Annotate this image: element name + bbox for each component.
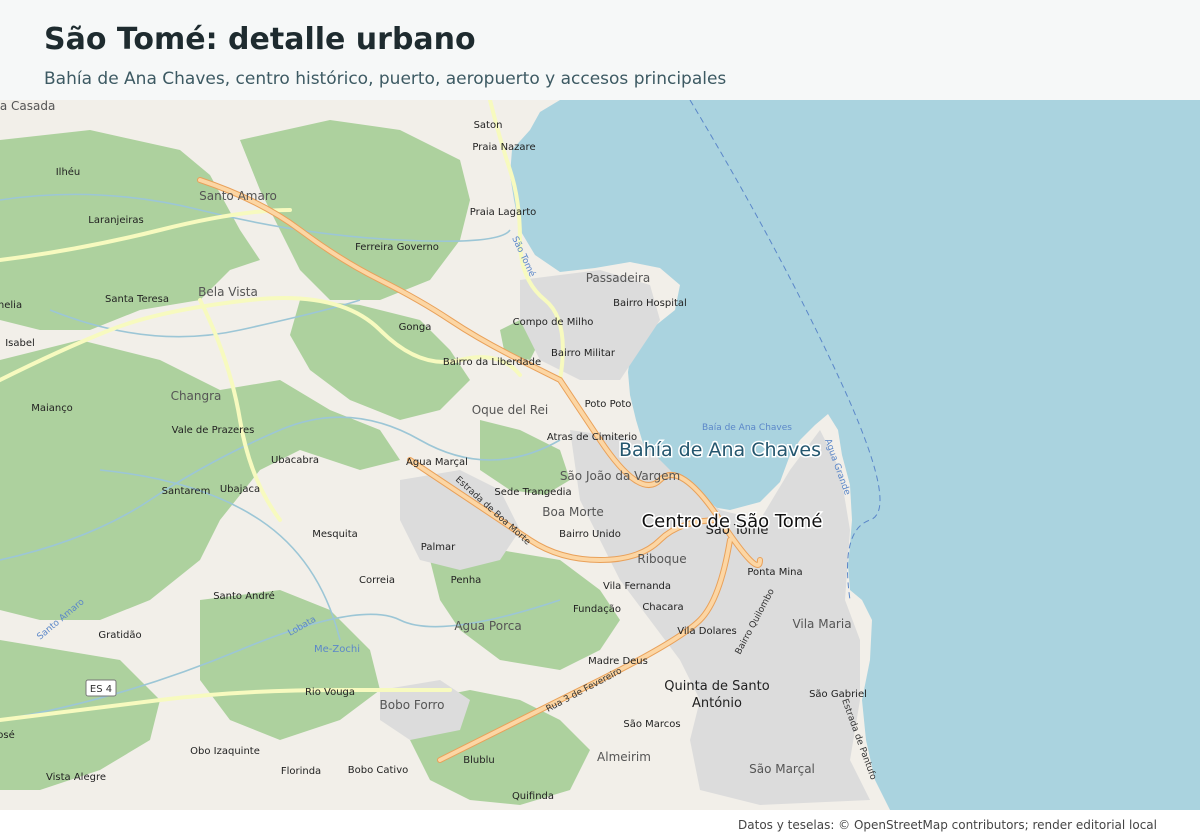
place-label: Changra [171, 389, 222, 403]
page-title: São Tomé: detalle urbano [44, 22, 476, 57]
place-label: Bairro Unido [559, 529, 621, 540]
place-label: Isabel [5, 338, 35, 349]
center-label: Centro de São Tomé [642, 511, 823, 532]
place-label: São Marçal [749, 762, 815, 776]
place-label: Ponta Mina [747, 567, 802, 578]
place-label: Ubajaca [220, 484, 260, 495]
place-label: Ubacabra [271, 455, 319, 466]
place-label: Riboque [637, 552, 686, 566]
place-label: Quifinda [512, 791, 554, 802]
place-label: Bela Vista [198, 285, 258, 299]
place-label: Vista Alegre [46, 772, 106, 783]
place-label: Saton [474, 120, 503, 131]
attribution-text: Datos y teselas: © OpenStreetMap contrib… [738, 818, 1157, 832]
map-viewport[interactable]: ES 4 Estrada de Boa Morte Rua 3 de Fever… [0, 100, 1200, 810]
place-label: Florinda [281, 766, 321, 777]
map-footer: Datos y teselas: © OpenStreetMap contrib… [0, 810, 1200, 840]
place-label: Vila Maria [792, 617, 851, 631]
water-label-baia: Baía de Ana Chaves [702, 423, 792, 433]
place-label: Ferreira Governo [355, 242, 439, 253]
place-label: Praia Lagarto [470, 207, 537, 218]
place-label: Compo de Milho [513, 317, 594, 328]
place-label: Santo Amaro [199, 189, 277, 203]
place-label: Vale de Prazeres [172, 425, 255, 436]
place-label: Praia Nazare [472, 142, 535, 153]
es4-road-shield: ES 4 [85, 679, 117, 697]
place-label: Vila Fernanda [603, 581, 671, 592]
place-label: Boa Morte [542, 505, 603, 519]
place-label: Mesquita [312, 529, 358, 540]
place-label: osé [0, 729, 15, 741]
place-label: Poto Poto [585, 399, 632, 410]
place-label: Palmar [421, 542, 456, 553]
place-label: São Gabriel [809, 689, 867, 700]
place-label: Correia [359, 575, 395, 586]
place-label: Sede Trangedia [494, 487, 571, 498]
page-subtitle: Bahía de Ana Chaves, centro histórico, p… [44, 69, 727, 89]
place-label: Santa Teresa [105, 294, 169, 305]
place-label: São João da Vargem [560, 469, 680, 483]
place-label: Bobo Cativo [348, 765, 408, 776]
place-label: Oque del Rei [472, 403, 549, 417]
place-label: Ilhéu [56, 166, 81, 178]
place-label: Chacara [642, 602, 683, 613]
place-label: Madre Deus [588, 656, 648, 667]
place-label: Passadeira [586, 271, 651, 285]
place-label: Fundação [573, 604, 621, 615]
place-label: Blublu [463, 755, 494, 766]
place-label: Penha [451, 575, 482, 586]
place-label: Bairro Militar [551, 348, 616, 359]
place-label: Vila Dolares [677, 626, 736, 637]
place-label: Santarem [162, 486, 211, 497]
place-label: Gonga [399, 322, 432, 333]
place-label: Agua Marçal [406, 457, 468, 468]
map-canvas: ES 4 Estrada de Boa Morte Rua 3 de Fever… [0, 100, 1200, 810]
place-label: Laranjeiras [88, 215, 143, 226]
place-label: Maianço [31, 403, 73, 414]
place-label: Almeirim [597, 750, 651, 764]
place-label: Obo Izaquinte [190, 746, 260, 757]
place-label: Bairro da Liberdade [443, 357, 541, 368]
place-label: Gratidão [98, 630, 141, 641]
place-label: Bairro Hospital [613, 298, 687, 309]
place-label: Bobo Forro [380, 698, 445, 712]
place-label: Agua Porca [454, 619, 521, 633]
place-label: nelia [0, 300, 22, 311]
place-label: gua Casada [0, 100, 55, 113]
place-label: Me-Zochi [314, 644, 360, 655]
place-label: São Marcos [623, 719, 680, 730]
place-label: Rio Vouga [305, 687, 355, 698]
place-label: Santo André [213, 590, 275, 602]
map-header: São Tomé: detalle urbano Bahía de Ana Ch… [0, 0, 1200, 100]
svg-text:ES 4: ES 4 [90, 684, 112, 695]
bay-label: Bahía de Ana Chaves [619, 439, 821, 461]
